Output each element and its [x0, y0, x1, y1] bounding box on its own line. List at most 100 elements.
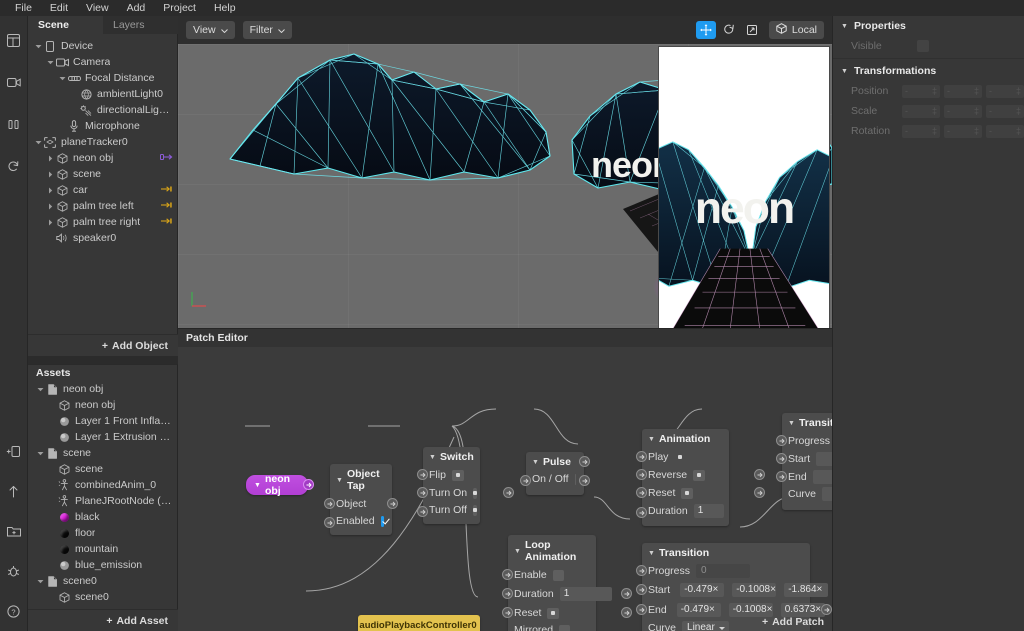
output-port[interactable] [387, 498, 398, 509]
node-header[interactable]: ▼ Switch [423, 447, 480, 466]
output-port-top[interactable] [579, 456, 590, 467]
patch-node-neon-obj[interactable]: ▼ neon obj [246, 473, 314, 497]
rotate-tool-button[interactable] [719, 21, 739, 39]
port-row-mirrored[interactable]: Mirrored [508, 622, 596, 631]
scale-z-input[interactable]: - ‡ [986, 104, 1024, 118]
port-row-reverse[interactable]: Reverse [636, 466, 765, 484]
tree-row[interactable]: palm tree right [28, 214, 177, 230]
tree-row[interactable]: speaker0 [28, 230, 177, 246]
input-port[interactable] [636, 584, 647, 595]
output-port-top[interactable] [754, 469, 765, 480]
patch-canvas[interactable]: ▼ neon obj ▼ Object Tap Object Enabled ▼… [178, 347, 832, 631]
input-port[interactable] [776, 471, 787, 482]
add-patch-button[interactable]: + Add Patch [762, 616, 824, 628]
tree-row[interactable]: black [28, 509, 177, 525]
tree-row[interactable]: planeTracker0 [28, 134, 177, 150]
start-x-input[interactable]: -0.479× [680, 583, 725, 597]
progress-value[interactable]: 0 [696, 564, 751, 578]
caret-down-icon[interactable] [36, 573, 45, 589]
output-port[interactable] [821, 604, 832, 615]
patch-node-switch[interactable]: ▼ Switch Flip Turn On Turn Off [417, 447, 514, 524]
caret-down-icon[interactable] [58, 70, 67, 86]
tree-row[interactable]: Camera [28, 54, 177, 70]
add-asset-button[interactable]: + Add Asset [28, 609, 178, 631]
patch-indicator-yellow[interactable] [160, 184, 173, 196]
port-row-turn-on[interactable]: Turn On [417, 484, 514, 502]
input-port[interactable] [324, 498, 335, 509]
duration-input[interactable]: 1 [693, 504, 724, 518]
turn-off-button[interactable] [472, 504, 477, 516]
tab-layers[interactable]: Layers [103, 16, 178, 34]
port-row-object[interactable]: Object [324, 495, 398, 513]
input-port[interactable] [636, 507, 647, 518]
enabled-checkbox[interactable] [380, 515, 384, 527]
position-z-input[interactable]: - ‡ [986, 84, 1024, 98]
device-preview[interactable]: neon [658, 46, 830, 328]
port-row-play[interactable]: Play [636, 448, 729, 466]
tree-row[interactable]: mountain [28, 541, 177, 557]
rotation-z-input[interactable]: - ‡ [986, 124, 1024, 138]
bug-icon[interactable] [0, 557, 28, 585]
rotation-y-input[interactable]: - ‡ [944, 124, 982, 138]
port-row-flip[interactable]: Flip [417, 466, 480, 484]
port-row-on-off[interactable]: On / Off [520, 471, 590, 495]
port-row-enable[interactable]: Enable [502, 566, 596, 584]
input-port[interactable] [636, 469, 647, 480]
add-object-button[interactable]: + Add Object [28, 334, 178, 356]
port-row-end[interactable]: End [776, 468, 832, 486]
properties-section-header[interactable]: ▼ Properties [833, 16, 1024, 36]
caret-right-icon[interactable] [46, 166, 55, 182]
pause-icon[interactable] [0, 110, 28, 138]
node-header[interactable]: ▼ Transition [642, 543, 810, 562]
tree-row[interactable]: directionalLight0 [28, 102, 177, 118]
refresh-icon[interactable] [0, 152, 28, 180]
node-header[interactable]: ▼ Animation [642, 429, 729, 448]
tree-row[interactable]: scene0 [28, 589, 177, 605]
scale-x-input[interactable]: - ‡ [902, 104, 940, 118]
menu-add[interactable]: Add [118, 0, 155, 16]
port-row-reset[interactable]: Reset [502, 604, 632, 622]
tree-row[interactable]: Focal Distance [28, 70, 177, 86]
caret-right-icon[interactable] [46, 182, 55, 198]
port-row-reset[interactable]: Reset [636, 484, 765, 502]
caret-right-icon[interactable] [46, 150, 55, 166]
tree-row[interactable]: palm tree left [28, 198, 177, 214]
tree-row[interactable]: Layer 1 Extrusion Material [28, 429, 177, 445]
node-header[interactable]: audioPlaybackController0 [358, 615, 480, 631]
end-y-input[interactable]: -0.1008× [728, 603, 773, 617]
tree-row[interactable]: PlaneJRootNode (gltf orientat... [28, 493, 177, 509]
reset-button[interactable] [681, 487, 694, 499]
input-port[interactable] [417, 487, 428, 498]
patch-indicator-purple[interactable] [160, 152, 173, 164]
patch-indicator-yellow[interactable] [160, 200, 173, 212]
caret-down-icon[interactable] [36, 381, 45, 397]
loop-duration-input[interactable]: 1 [559, 587, 612, 601]
caret-down-icon[interactable] [36, 445, 45, 461]
input-port[interactable] [417, 469, 428, 480]
caret-right-icon[interactable] [46, 198, 55, 214]
local-space-button[interactable]: Local [768, 21, 824, 39]
node-header[interactable]: ▼ Pulse [526, 452, 590, 471]
start-input[interactable] [816, 452, 832, 466]
turn-on-button[interactable] [473, 487, 478, 499]
tree-row[interactable]: scene [28, 445, 177, 461]
loop-reset-button[interactable] [547, 607, 560, 619]
tree-row[interactable]: Microphone [28, 118, 177, 134]
input-port[interactable] [636, 487, 647, 498]
move-tool-button[interactable] [695, 21, 716, 39]
menu-view[interactable]: View [77, 0, 118, 16]
port-row-duration[interactable]: Duration 1 [636, 502, 729, 526]
tree-row[interactable]: scene0 [28, 573, 177, 589]
tree-row[interactable]: neon obj [28, 150, 177, 166]
curve-select[interactable] [822, 487, 832, 501]
output-port[interactable] [503, 487, 514, 498]
input-port[interactable] [502, 607, 513, 618]
end-input[interactable] [812, 470, 832, 484]
port-row-turn-off[interactable]: Turn Off [417, 502, 480, 524]
input-port[interactable] [636, 565, 647, 576]
input-port[interactable] [502, 588, 513, 599]
tree-row[interactable]: scene [28, 166, 177, 182]
input-port[interactable] [324, 517, 335, 528]
output-port-bottom[interactable] [754, 487, 765, 498]
enable-checkbox[interactable] [552, 569, 564, 581]
